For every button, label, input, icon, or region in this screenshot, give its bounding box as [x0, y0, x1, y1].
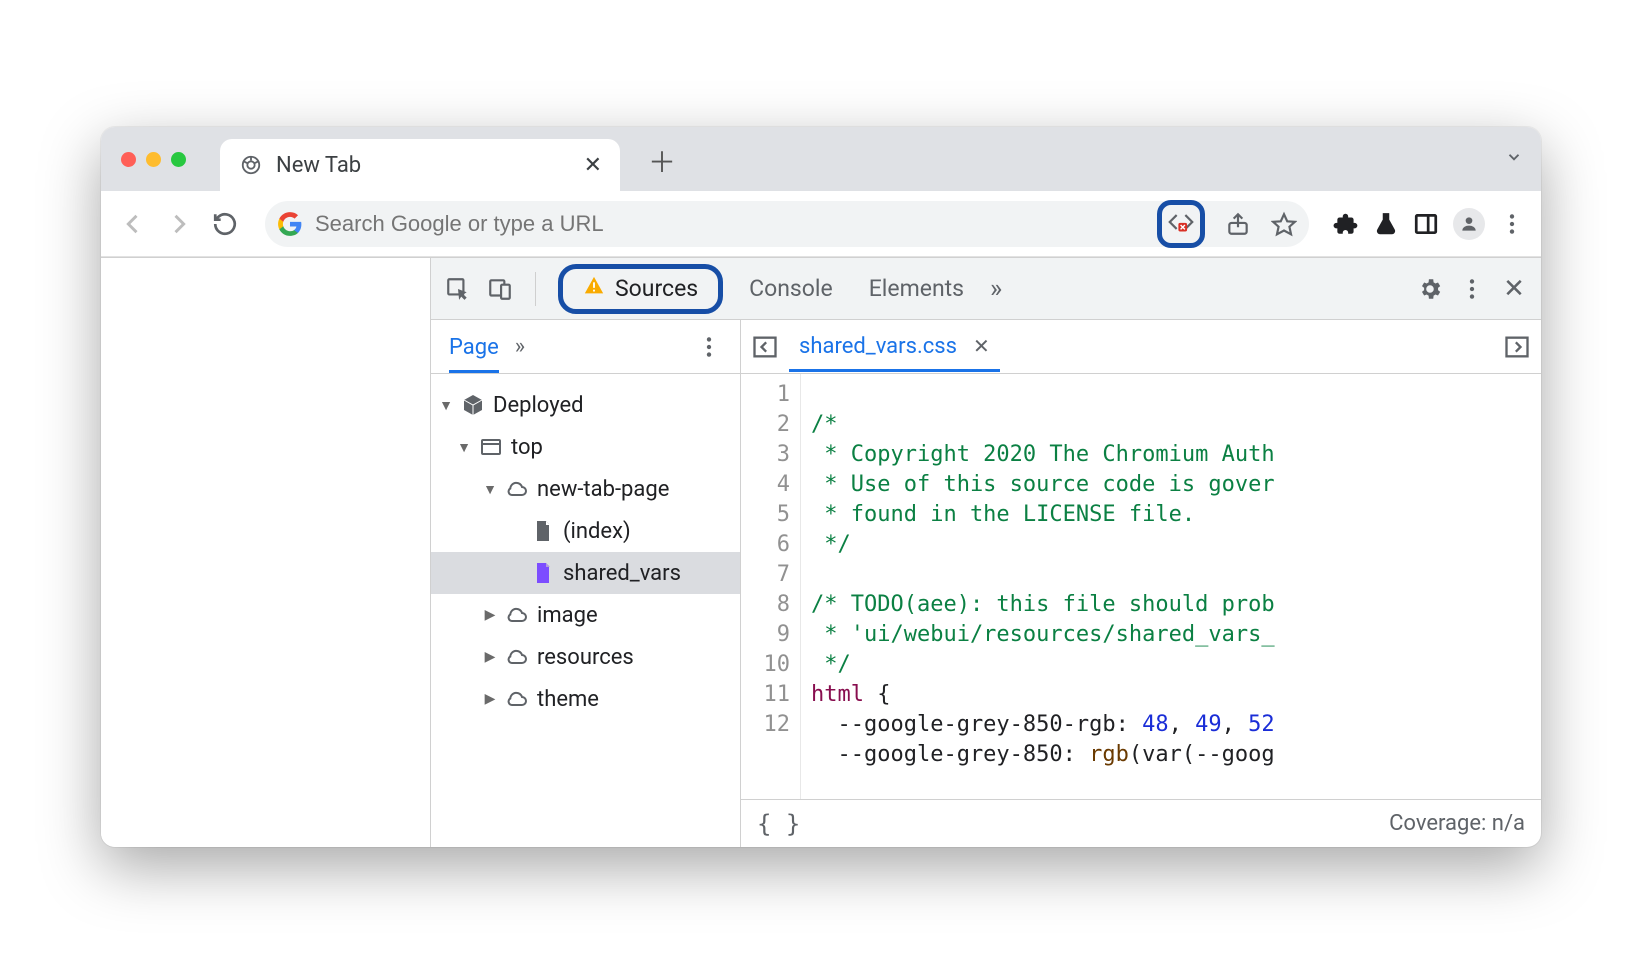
bookmark-star-icon[interactable] — [1271, 211, 1297, 237]
devtools-toolbar: Sources Console Elements » ✕ — [431, 258, 1541, 320]
tree-node-top[interactable]: ▼ top — [431, 426, 740, 468]
browser-tab[interactable]: New Tab ✕ — [220, 139, 620, 191]
coverage-status: Coverage: n/a — [1389, 811, 1525, 836]
tree-node-deployed[interactable]: ▼ Deployed — [431, 384, 740, 426]
node-label: Deployed — [493, 393, 584, 418]
profile-avatar[interactable] — [1453, 208, 1485, 240]
close-file-tab-icon[interactable]: ✕ — [973, 334, 990, 358]
chrome-menu-icon[interactable] — [1499, 211, 1525, 237]
devtools-close-icon[interactable]: ✕ — [1501, 276, 1527, 302]
package-icon — [461, 393, 485, 417]
cloud-icon — [505, 645, 529, 669]
css-file-icon — [531, 561, 555, 585]
line-gutter: 123456789101112 — [741, 374, 801, 799]
show-debugger-icon[interactable] — [1503, 333, 1531, 361]
maximize-window[interactable] — [171, 152, 186, 167]
more-navigator-tabs-icon[interactable]: » — [515, 334, 525, 359]
pretty-print-icon[interactable]: { } — [757, 810, 800, 838]
editor-panel: shared_vars.css ✕ 123456789101112 /* * C… — [741, 320, 1541, 847]
devtools-menu-icon[interactable] — [1459, 276, 1485, 302]
inspect-element-icon[interactable] — [445, 276, 471, 302]
share-icon[interactable] — [1225, 211, 1251, 237]
omnibox-input[interactable] — [315, 211, 1145, 237]
navigator-panel: Page » ▼ Deployed ▼ — [431, 320, 741, 847]
navigator-menu-icon[interactable] — [696, 334, 722, 360]
tree-node-image[interactable]: ▶ image — [431, 594, 740, 636]
tab-label: Console — [749, 275, 833, 302]
close-window[interactable] — [121, 152, 136, 167]
file-tree: ▼ Deployed ▼ top ▼ new-tab-page — [431, 374, 740, 847]
tree-node-theme[interactable]: ▶ theme — [431, 678, 740, 720]
new-tab-button[interactable]: ＋ — [640, 139, 684, 183]
navigator-tabs: Page » — [431, 320, 740, 374]
window-controls — [121, 152, 186, 167]
editor-statusbar: { } Coverage: n/a — [741, 799, 1541, 847]
node-label: new-tab-page — [537, 477, 669, 502]
devtools-tab-console[interactable]: Console — [739, 271, 843, 306]
cloud-icon — [505, 477, 529, 501]
node-label: top — [511, 435, 543, 460]
cloud-icon — [505, 687, 529, 711]
frame-icon — [479, 435, 503, 459]
tree-node-shared-vars[interactable]: shared_vars — [431, 552, 740, 594]
side-panel-icon[interactable] — [1413, 211, 1439, 237]
labs-icon[interactable] — [1373, 211, 1399, 237]
show-navigator-icon[interactable] — [751, 333, 779, 361]
devtools-panel: Sources Console Elements » ✕ — [431, 258, 1541, 847]
minimize-window[interactable] — [146, 152, 161, 167]
navigator-tab-page[interactable]: Page — [449, 335, 499, 373]
tab-label: Sources — [615, 275, 698, 302]
device-toggle-icon[interactable] — [487, 276, 513, 302]
warning-icon — [583, 275, 605, 303]
file-tab-label: shared_vars.css — [799, 334, 957, 359]
tab-title: New Tab — [276, 153, 361, 178]
tree-node-resources[interactable]: ▶ resources — [431, 636, 740, 678]
google-logo-icon — [277, 211, 303, 237]
tree-node-index[interactable]: (index) — [431, 510, 740, 552]
settings-gear-icon[interactable] — [1417, 276, 1443, 302]
code-content: /* * Copyright 2020 The Chromium Auth * … — [801, 374, 1541, 799]
tab-menu-chevron-icon[interactable] — [1505, 148, 1523, 171]
editor-tab-shared-vars[interactable]: shared_vars.css ✕ — [789, 322, 1000, 372]
node-label: image — [537, 603, 598, 628]
node-label: theme — [537, 687, 599, 712]
file-icon — [531, 519, 555, 543]
node-label: resources — [537, 645, 634, 670]
tab-close-icon[interactable]: ✕ — [584, 153, 602, 178]
extensions-icon[interactable] — [1333, 211, 1359, 237]
devtools-error-indicator[interactable] — [1157, 200, 1205, 248]
cloud-icon — [505, 603, 529, 627]
page-viewport — [101, 258, 431, 847]
toolbar — [101, 191, 1541, 257]
back-button[interactable] — [117, 208, 149, 240]
chrome-icon — [240, 154, 262, 176]
tree-node-new-tab-page[interactable]: ▼ new-tab-page — [431, 468, 740, 510]
forward-button[interactable] — [163, 208, 195, 240]
editor-tabs: shared_vars.css ✕ — [741, 320, 1541, 374]
browser-window: New Tab ✕ ＋ — [101, 127, 1541, 847]
devtools-tab-sources[interactable]: Sources — [558, 264, 723, 314]
node-label: (index) — [563, 519, 631, 544]
tab-bar: New Tab ✕ ＋ — [101, 127, 1541, 191]
reload-button[interactable] — [209, 208, 241, 240]
devtools-tab-elements[interactable]: Elements — [859, 271, 974, 306]
code-editor[interactable]: 123456789101112 /* * Copyright 2020 The … — [741, 374, 1541, 799]
more-tabs-icon[interactable]: » — [990, 274, 1002, 304]
node-label: shared_vars — [563, 561, 681, 586]
omnibox[interactable] — [265, 201, 1309, 247]
content-area: Sources Console Elements » ✕ — [101, 257, 1541, 847]
tab-label: Elements — [869, 275, 964, 302]
